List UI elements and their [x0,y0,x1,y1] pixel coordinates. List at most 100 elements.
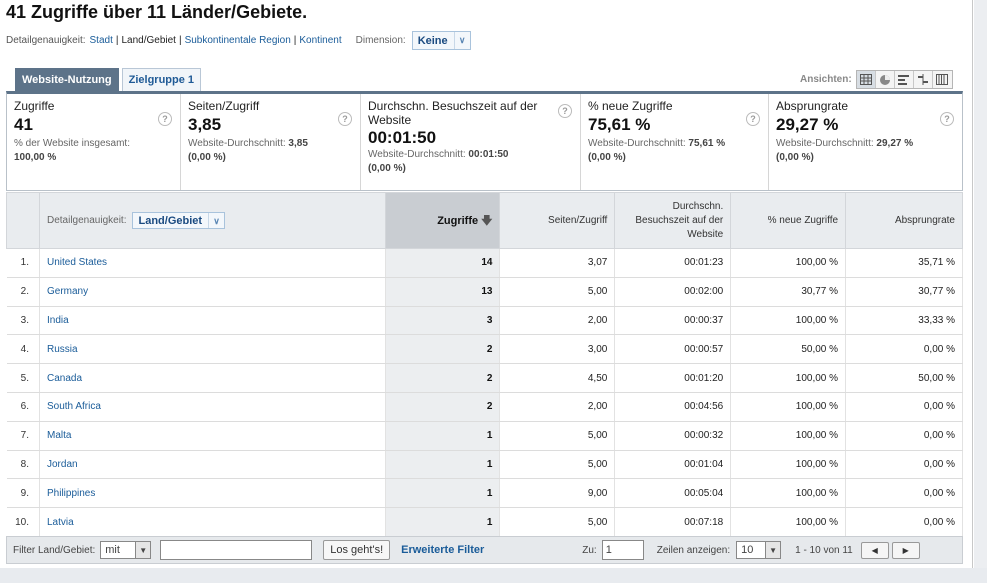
filter-input[interactable] [160,540,313,560]
country-link[interactable]: Philippines [39,478,386,509]
filter-go-button[interactable]: Los geht's! [323,540,391,560]
row-index: 3. [6,306,40,336]
cell-pages-per-visit: 2,00 [499,392,616,422]
detail-option-city[interactable]: Stadt [90,35,113,46]
cell-pages-per-visit: 5,00 [499,450,616,480]
table-dimension-select[interactable]: Land/Gebiet ∨ [132,212,226,229]
summary-bounce-rate: Absprungrate 29,27 % Website-Durchschnit… [769,94,962,190]
table-row: 3. India 3 2,00 00:00:37 100,00 % 33,33 % [6,306,963,336]
tab-website-usage[interactable]: Website-Nutzung [15,68,119,91]
detail-option-country: Land/Gebiet [121,35,176,46]
summary-new-visits: % neue Zugriffe 75,61 % Website-Durchsch… [581,94,769,190]
filter-mode-select[interactable]: mit ▼ [100,541,152,559]
cell-visits: 14 [385,248,501,278]
detail-option-continent[interactable]: Kontinent [299,35,341,46]
table-view-icon[interactable] [856,71,876,88]
cell-bounce-rate: 0,00 % [845,392,963,422]
help-icon[interactable]: ? [746,112,760,126]
summary-sub-value: 29,27 % [876,138,914,149]
cell-new-visits: 100,00 % [730,421,847,451]
column-header-avg-time[interactable]: Durchschn. Besuchszeit auf der Website [614,192,732,249]
cell-bounce-rate: 0,00 % [845,334,963,365]
detail-option-subcontinent[interactable]: Subkontinentale Region [185,35,291,46]
filter-label: Filter Land/Gebiet: [13,544,96,556]
cell-pages-per-visit: 5,00 [499,507,616,537]
page-title: 41 Zugriffe über 11 Länder/Gebiete. [6,2,308,22]
summary-value: 29,27 % [776,115,839,134]
country-link[interactable]: Russia [39,334,386,365]
cell-avg-time: 00:01:20 [614,363,732,393]
bottom-gutter [0,568,987,583]
row-index: 7. [6,421,40,451]
country-link[interactable]: Jordan [39,450,386,480]
goto-input[interactable]: 1 [601,540,644,560]
cell-new-visits: 100,00 % [730,450,847,480]
views-toolbar: Ansichten: [800,70,953,89]
summary-sub-value: 00:01:50 [468,149,509,160]
cell-pages-per-visit: 3,07 [499,248,616,278]
chevron-down-icon: ∨ [208,213,224,228]
cell-pages-per-visit: 2,00 [499,306,616,336]
table-footer: Filter Land/Gebiet: mit ▼ Los geht's! Er… [6,536,963,564]
summary-sub-value: 3,85 [288,138,308,149]
summary-scorecard: Zugriffe 41 % der Website insgesamt: 100,… [6,91,963,191]
row-index: 4. [6,334,40,365]
pagination-range: 1 - 10 von 11 [795,544,853,556]
cell-new-visits: 100,00 % [730,248,847,278]
table-row: 10. Latvia 1 5,00 00:07:18 100,00 % 0,00 % [6,507,963,537]
summary-value: 3,85 [188,115,222,134]
rows-select[interactable]: 10 ▼ [736,541,782,559]
tab-target-group[interactable]: Zielgruppe 1 [121,68,202,91]
cell-visits: 3 [385,306,501,336]
country-link[interactable]: India [39,306,386,336]
column-header-bounce-rate[interactable]: Absprungrate [845,192,963,249]
cell-bounce-rate: 35,71 % [845,248,963,278]
cell-pages-per-visit: 4,50 [499,363,616,393]
table-row: 9. Philippines 1 9,00 00:05:04 100,00 % 0,00 % [6,478,963,509]
pivot-icon[interactable] [932,71,952,88]
pie-chart-icon[interactable] [875,71,895,88]
help-icon[interactable]: ? [338,112,352,126]
summary-sub-extra: (0,00 %) [588,152,626,163]
help-icon[interactable]: ? [940,112,954,126]
cell-bounce-rate: 30,77 % [845,277,963,307]
table-row: 1. United States 14 3,07 00:01:23 100,00 % 35,… [6,248,963,278]
cell-bounce-rate: 0,00 % [845,507,963,537]
cell-avg-time: 00:02:00 [614,277,732,307]
column-header-pages-per-visit[interactable]: Seiten/Zugriff [499,192,616,249]
country-link[interactable]: United States [39,248,386,278]
chevron-down-icon: ▼ [765,542,781,558]
column-header-new-visits[interactable]: % neue Zugriffe [730,192,847,249]
summary-sub-text: % der Website insgesamt: [14,138,130,149]
summary-label: Absprungrate [776,99,849,113]
advanced-filter-link[interactable]: Erweiterte Filter [401,544,484,556]
row-index: 5. [6,363,40,393]
row-index: 10. [6,507,40,537]
summary-label: Seiten/Zugriff [188,99,260,113]
help-icon[interactable]: ? [158,112,172,126]
summary-pages-per-visit: Seiten/Zugriff 3,85 Website-Durchschnitt… [181,94,361,190]
help-icon[interactable]: ? [558,104,572,118]
country-link[interactable]: South Africa [39,392,386,422]
country-link[interactable]: Latvia [39,507,386,537]
summary-sub-extra: (0,00 %) [776,152,814,163]
next-page-button[interactable]: ▶ [891,541,920,559]
country-link[interactable]: Canada [39,363,386,393]
column-header-visits[interactable]: Zugriffe 🡇 [384,192,501,249]
row-index: 1. [6,248,40,278]
country-link[interactable]: Malta [39,421,386,451]
previous-page-button[interactable]: ◀ [860,541,889,559]
row-index: 9. [6,478,40,509]
table-row: 6. South Africa 2 2,00 00:04:56 100,00 % 0,00 … [6,392,963,422]
bar-chart-icon[interactable] [894,71,914,88]
summary-visits: Zugriffe 41 % der Website insgesamt: 100,… [7,94,181,190]
cell-visits: 1 [385,507,501,537]
dimension-select[interactable]: Keine ∨ [411,31,471,50]
scroll-gutter [974,0,987,583]
summary-value: 00:01:50 [368,128,437,147]
country-link[interactable]: Germany [39,277,386,307]
comparison-icon[interactable] [913,71,933,88]
summary-sub-extra: (0,00 %) [188,152,226,163]
cell-avg-time: 00:00:37 [614,306,732,336]
table-row: 8. Jordan 1 5,00 00:01:04 100,00 % 0,00 % [6,450,963,480]
